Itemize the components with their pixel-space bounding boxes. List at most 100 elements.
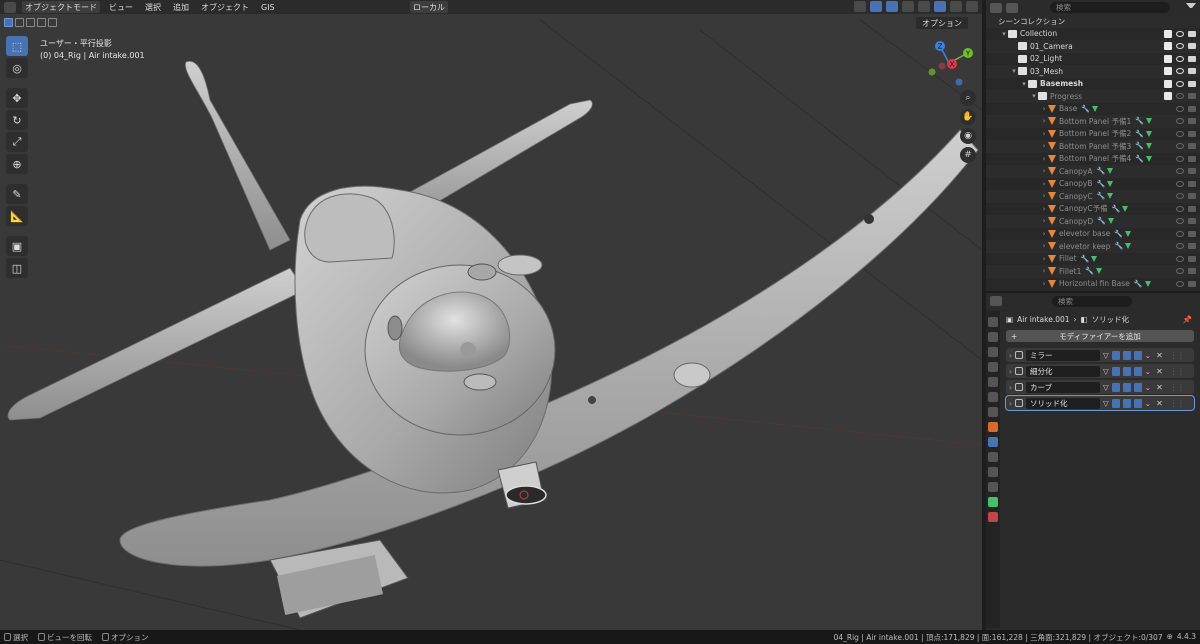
outliner-collection-row[interactable]: ▾ Collection bbox=[986, 28, 1200, 41]
scale-icon[interactable]: ⤢ bbox=[6, 132, 28, 152]
pan-hand-icon[interactable]: ✋ bbox=[960, 109, 976, 125]
expand-toggle-icon[interactable]: › bbox=[1040, 242, 1048, 250]
eye-icon[interactable] bbox=[1176, 68, 1184, 75]
render-camera-icon[interactable] bbox=[1188, 255, 1196, 262]
eye-icon[interactable] bbox=[1176, 243, 1184, 250]
eye-icon[interactable] bbox=[1176, 255, 1184, 262]
eye-icon[interactable] bbox=[1176, 268, 1184, 275]
rendered-shading-icon[interactable] bbox=[966, 1, 978, 12]
menu-view[interactable]: ビュー bbox=[106, 1, 136, 13]
eye-icon[interactable] bbox=[1176, 55, 1184, 62]
render-camera-icon[interactable] bbox=[1188, 118, 1196, 125]
modifier-tab-icon[interactable] bbox=[988, 437, 998, 447]
eye-icon[interactable] bbox=[1176, 230, 1184, 237]
expand-toggle-icon[interactable]: › bbox=[1040, 230, 1048, 238]
exclude-checkbox[interactable] bbox=[1164, 92, 1172, 101]
eye-icon[interactable] bbox=[1176, 218, 1184, 225]
realtime-toggle-icon[interactable] bbox=[1122, 366, 1131, 376]
editmode-toggle-icon[interactable] bbox=[1111, 398, 1120, 408]
scene-tab-icon[interactable] bbox=[988, 377, 998, 387]
render-camera-icon[interactable] bbox=[1188, 168, 1196, 175]
expand-toggle-icon[interactable]: › bbox=[1040, 192, 1048, 200]
editor-type-icon[interactable] bbox=[990, 2, 1002, 13]
expand-toggle-icon[interactable]: › bbox=[1040, 217, 1048, 225]
material-shading-icon[interactable] bbox=[950, 1, 962, 12]
annotate-icon[interactable]: ✎ bbox=[6, 184, 28, 204]
add-modifier-button[interactable]: + モディファイアーを追加 bbox=[1006, 330, 1194, 342]
visibility-icon[interactable] bbox=[854, 1, 866, 12]
expand-toggle-icon[interactable]: › bbox=[1009, 367, 1012, 376]
exclude-checkbox[interactable] bbox=[1164, 67, 1172, 76]
edit-cage-icon[interactable]: ▽ bbox=[1103, 399, 1109, 408]
chevron-down-icon[interactable]: ⌄ bbox=[1145, 399, 1151, 408]
render-toggle-icon[interactable] bbox=[1133, 366, 1142, 376]
close-icon[interactable]: ✕ bbox=[1156, 383, 1163, 392]
outliner-collection-row[interactable]: 02_Light bbox=[986, 53, 1200, 66]
material-tab-icon[interactable] bbox=[988, 512, 998, 522]
data-tab-icon[interactable] bbox=[988, 497, 998, 507]
navigation-gizmo[interactable]: Z Y X bbox=[922, 36, 976, 90]
render-camera-icon[interactable] bbox=[1188, 218, 1196, 225]
editor-type-icon[interactable] bbox=[990, 296, 1002, 306]
menu-gis[interactable]: GIS bbox=[258, 1, 278, 13]
expand-toggle-icon[interactable]: › bbox=[1040, 167, 1048, 175]
outliner-object-row[interactable]: › Bottom Panel 予備2 🔧 bbox=[986, 128, 1200, 141]
expand-toggle-icon[interactable]: › bbox=[1040, 142, 1048, 150]
eye-icon[interactable] bbox=[1176, 30, 1184, 37]
render-toggle-icon[interactable] bbox=[1133, 350, 1142, 360]
expand-toggle-icon[interactable]: › bbox=[1040, 205, 1048, 213]
chevron-down-icon[interactable]: ⌄ bbox=[1145, 367, 1151, 376]
view-layer-tab-icon[interactable] bbox=[988, 362, 998, 372]
filter-icon[interactable] bbox=[1186, 3, 1196, 12]
eye-icon[interactable] bbox=[1176, 105, 1184, 112]
expand-toggle-icon[interactable]: ▾ bbox=[1010, 67, 1018, 75]
exclude-checkbox[interactable] bbox=[1164, 42, 1172, 51]
modifier-name-field[interactable]: ソリッド化 bbox=[1026, 397, 1100, 409]
cursor-icon[interactable]: ◎ bbox=[6, 58, 28, 78]
xray-icon[interactable] bbox=[902, 1, 914, 12]
outliner-object-row[interactable]: › Bottom Panel 予備3 🔧 bbox=[986, 140, 1200, 153]
close-icon[interactable]: ✕ bbox=[1156, 399, 1163, 408]
drag-handle-icon[interactable]: ⋮⋮ bbox=[1170, 399, 1185, 408]
outliner-object-row[interactable]: › Fillet 🔧 bbox=[986, 253, 1200, 266]
modifier-panel[interactable]: › 細分化 ▽ ⌄ ✕ ⋮⋮ bbox=[1006, 364, 1194, 378]
editmode-toggle-icon[interactable] bbox=[1111, 366, 1120, 376]
outliner-object-row[interactable]: › elevetor base 🔧 bbox=[986, 228, 1200, 241]
realtime-toggle-icon[interactable] bbox=[1122, 382, 1131, 392]
wireframe-shading-icon[interactable] bbox=[918, 1, 930, 12]
modifier-name-field[interactable]: カーブ bbox=[1026, 381, 1100, 393]
display-mode-icon[interactable] bbox=[1006, 2, 1018, 13]
outliner-collection-row[interactable]: シーンコレクション bbox=[986, 15, 1200, 28]
eye-icon[interactable] bbox=[1176, 143, 1184, 150]
edit-cage-icon[interactable]: ▽ bbox=[1103, 383, 1109, 392]
select-intersect-icon[interactable] bbox=[48, 17, 57, 27]
outliner-object-row[interactable]: › Fillet1 🔧 bbox=[986, 265, 1200, 278]
render-camera-icon[interactable] bbox=[1188, 43, 1196, 50]
3d-viewport[interactable]: オブジェクトモード ビュー 選択 追加 オブジェクト GIS ローカル オプショ… bbox=[0, 0, 982, 630]
menu-object[interactable]: オブジェクト bbox=[198, 1, 252, 13]
render-camera-icon[interactable] bbox=[1188, 180, 1196, 187]
render-toggle-icon[interactable] bbox=[1133, 382, 1142, 392]
edit-cage-icon[interactable]: ▽ bbox=[1103, 351, 1109, 360]
expand-toggle-icon[interactable]: › bbox=[1040, 117, 1048, 125]
expand-toggle-icon[interactable]: › bbox=[1009, 351, 1012, 360]
render-camera-icon[interactable] bbox=[1188, 105, 1196, 112]
outliner-collection-row[interactable]: ▾ 03_Mesh bbox=[986, 65, 1200, 78]
eye-icon[interactable] bbox=[1176, 130, 1184, 137]
expand-toggle-icon[interactable]: › bbox=[1009, 399, 1012, 408]
select-subtract-icon[interactable] bbox=[26, 17, 35, 27]
outliner-collection-row[interactable]: ▾ Progress bbox=[986, 90, 1200, 103]
world-tab-icon[interactable] bbox=[988, 392, 998, 402]
exclude-checkbox[interactable] bbox=[1164, 29, 1172, 38]
tool-tab-icon[interactable] bbox=[988, 317, 998, 327]
outliner-object-row[interactable]: › CanopyD 🔧 bbox=[986, 215, 1200, 228]
transform-orientation-dropdown[interactable]: ローカル bbox=[410, 1, 448, 13]
render-camera-icon[interactable] bbox=[1188, 280, 1196, 287]
ortho-grid-icon[interactable]: # bbox=[960, 147, 976, 163]
eye-icon[interactable] bbox=[1176, 118, 1184, 125]
close-icon[interactable]: ✕ bbox=[1156, 367, 1163, 376]
object-tab-icon[interactable] bbox=[988, 422, 998, 432]
eye-icon[interactable] bbox=[1176, 80, 1184, 87]
properties-search-input[interactable]: 検索 bbox=[1052, 295, 1132, 307]
mode-dropdown[interactable]: オブジェクトモード bbox=[22, 1, 100, 13]
